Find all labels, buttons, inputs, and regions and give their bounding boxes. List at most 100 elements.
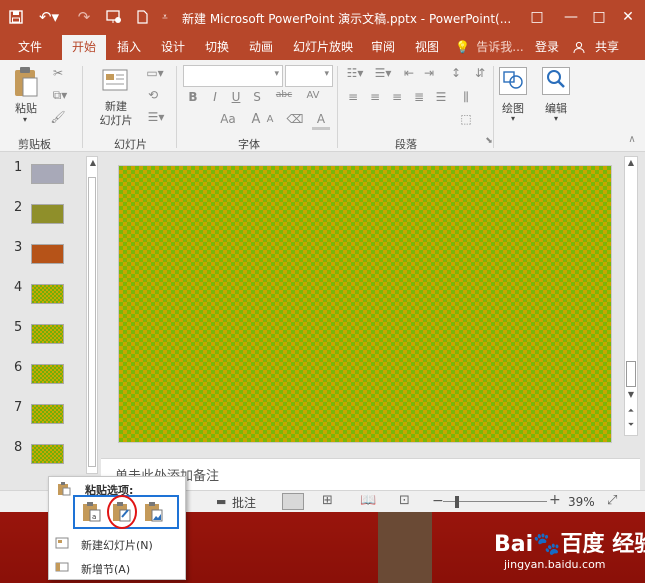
lightbulb-icon: 💡 xyxy=(455,40,470,54)
window-title: 新建 Microsoft PowerPoint 演示文稿.pptx - Powe… xyxy=(182,12,512,26)
next-slide-icon[interactable]: ⏷ xyxy=(625,419,637,431)
tab-insert[interactable]: 插入 xyxy=(110,35,148,60)
comments-button[interactable]: 批注 xyxy=(232,494,256,511)
paste-dropdown-icon[interactable]: ▾ xyxy=(20,115,30,124)
drawing-icon[interactable] xyxy=(499,67,527,95)
tab-design[interactable]: 设计 xyxy=(154,35,192,60)
section-icon[interactable]: ☰▾ xyxy=(144,110,168,124)
tab-animations[interactable]: 动画 xyxy=(242,35,280,60)
increase-indent-icon[interactable]: ⇥ xyxy=(420,66,438,80)
underline-button[interactable]: U xyxy=(229,90,243,104)
bold-button[interactable]: B xyxy=(186,90,200,104)
font-size-dropdown[interactable]: ▾ xyxy=(285,65,333,87)
new-slide-button-label[interactable]: 新建 幻灯片 xyxy=(92,100,140,128)
tab-home[interactable]: 开始 xyxy=(62,35,106,60)
ribbon-display-options-button[interactable]: □ xyxy=(519,2,555,32)
slide-thumbnail[interactable] xyxy=(31,324,64,344)
tab-slideshow[interactable]: 幻灯片放映 xyxy=(286,35,360,60)
group-label-slides: 幻灯片 xyxy=(114,138,147,151)
scroll-down-icon[interactable]: ▼ xyxy=(625,389,637,401)
redo-icon[interactable]: ↷ xyxy=(74,6,94,28)
collapse-ribbon-icon[interactable]: ∧ xyxy=(626,134,638,145)
customize-qat-icon[interactable]: ⩡ xyxy=(158,6,172,28)
paste-button-label[interactable]: 粘贴 xyxy=(8,100,44,116)
share-button[interactable]: 共享 xyxy=(590,35,624,60)
italic-button[interactable]: I xyxy=(208,90,222,104)
distributed-icon[interactable]: ☰ xyxy=(432,90,450,104)
slide-thumbnail[interactable] xyxy=(31,404,64,424)
slide-thumbnail[interactable] xyxy=(31,244,64,264)
scrollbar-thumb[interactable] xyxy=(626,361,636,387)
slide-thumbnail[interactable] xyxy=(31,284,64,304)
previous-slide-icon[interactable]: ⏶ xyxy=(625,405,637,417)
tab-file[interactable]: 文件 xyxy=(10,35,50,60)
paste-icon[interactable] xyxy=(12,66,40,102)
slide-background xyxy=(119,166,611,442)
new-file-icon[interactable] xyxy=(134,6,150,28)
justify-icon[interactable]: ≣ xyxy=(410,90,428,104)
font-color-icon[interactable]: A xyxy=(312,112,330,130)
tell-me-box[interactable]: 告诉我... xyxy=(472,35,528,60)
columns-icon[interactable]: ⫼ xyxy=(456,90,476,105)
cut-icon[interactable]: ✂ xyxy=(49,66,67,80)
menu-item-new-slide[interactable]: 新建幻灯片(N) xyxy=(81,537,153,553)
paste-icon xyxy=(57,482,71,496)
login-link[interactable]: 登录 xyxy=(530,35,564,60)
format-painter-icon[interactable]: 🖌 xyxy=(49,110,67,124)
close-button[interactable]: ✕ xyxy=(610,2,645,32)
slide-thumbnail[interactable] xyxy=(31,204,64,224)
svg-text:a: a xyxy=(92,513,96,521)
slide-thumbnail[interactable] xyxy=(31,164,64,184)
line-spacing-icon[interactable]: ↕ xyxy=(446,66,466,80)
font-name-dropdown[interactable]: ▾ xyxy=(183,65,283,87)
copy-icon[interactable]: ⧉▾ xyxy=(49,88,71,103)
tab-review[interactable]: 审阅 xyxy=(364,35,402,60)
zoom-out-button[interactable]: − xyxy=(432,493,444,509)
new-slide-icon xyxy=(55,537,69,549)
char-spacing-button[interactable]: AV xyxy=(302,90,324,101)
strikethrough-button[interactable]: abc xyxy=(272,90,296,100)
paste-use-destination-theme-icon[interactable]: a xyxy=(79,499,105,525)
align-left-icon[interactable]: ≡ xyxy=(344,90,362,104)
slide-sorter-icon[interactable]: ⊞ xyxy=(322,493,340,508)
save-icon[interactable] xyxy=(6,6,26,28)
search-icon[interactable] xyxy=(542,67,570,95)
reading-view-icon[interactable]: 📖 xyxy=(360,493,378,508)
numbering-icon[interactable]: ☰▾ xyxy=(372,66,394,80)
slide-thumbnail[interactable] xyxy=(31,364,64,384)
shadow-button[interactable]: S xyxy=(250,90,264,104)
start-slideshow-icon[interactable] xyxy=(103,6,125,28)
slideshow-view-icon[interactable]: ⊡ xyxy=(399,493,417,508)
slide-canvas[interactable] xyxy=(118,165,612,443)
slide-thumbnail[interactable] xyxy=(31,444,64,464)
zoom-slider-thumb[interactable] xyxy=(455,496,459,508)
undo-icon[interactable]: ↶▾ xyxy=(34,6,64,28)
align-right-icon[interactable]: ≡ xyxy=(388,90,406,104)
align-center-icon[interactable]: ≡ xyxy=(366,90,384,104)
smartart-icon[interactable]: ⬚ xyxy=(456,112,476,126)
reset-icon[interactable]: ⟲ xyxy=(144,88,162,102)
baidu-watermark: Bai🐾百度 经验 jingyan.baidu.com xyxy=(490,520,645,580)
clear-format-icon[interactable]: ⌫ xyxy=(286,112,304,126)
grow-font-button[interactable]: A xyxy=(250,112,262,127)
paste-as-picture-icon[interactable] xyxy=(141,499,167,525)
zoom-level[interactable]: 39% xyxy=(568,495,595,509)
normal-view-icon[interactable] xyxy=(282,493,304,510)
fit-to-window-icon[interactable]: ⤢ xyxy=(607,493,617,508)
bullets-icon[interactable]: ☷▾ xyxy=(344,66,366,80)
menu-item-add-section[interactable]: 新增节(A) xyxy=(81,561,130,577)
scroll-up-icon[interactable]: ▲ xyxy=(87,157,99,169)
scroll-up-icon[interactable]: ▲ xyxy=(625,157,637,169)
tab-transitions[interactable]: 切换 xyxy=(198,35,236,60)
text-direction-icon[interactable]: ⇵ xyxy=(470,66,490,80)
layout-icon[interactable]: ▭▾ xyxy=(144,66,166,80)
thumbnail-scrollbar[interactable]: ▲ xyxy=(86,156,98,474)
decrease-indent-icon[interactable]: ⇤ xyxy=(400,66,418,80)
scrollbar-thumb[interactable] xyxy=(88,177,96,467)
new-slide-icon[interactable] xyxy=(100,66,130,100)
slide-scrollbar[interactable]: ▲ ▼ ⏶ ⏷ xyxy=(624,156,638,436)
change-case-button[interactable]: Aa xyxy=(218,112,238,126)
zoom-in-button[interactable]: + xyxy=(549,492,561,508)
shrink-font-button[interactable]: A xyxy=(264,114,276,125)
tab-view[interactable]: 视图 xyxy=(408,35,446,60)
